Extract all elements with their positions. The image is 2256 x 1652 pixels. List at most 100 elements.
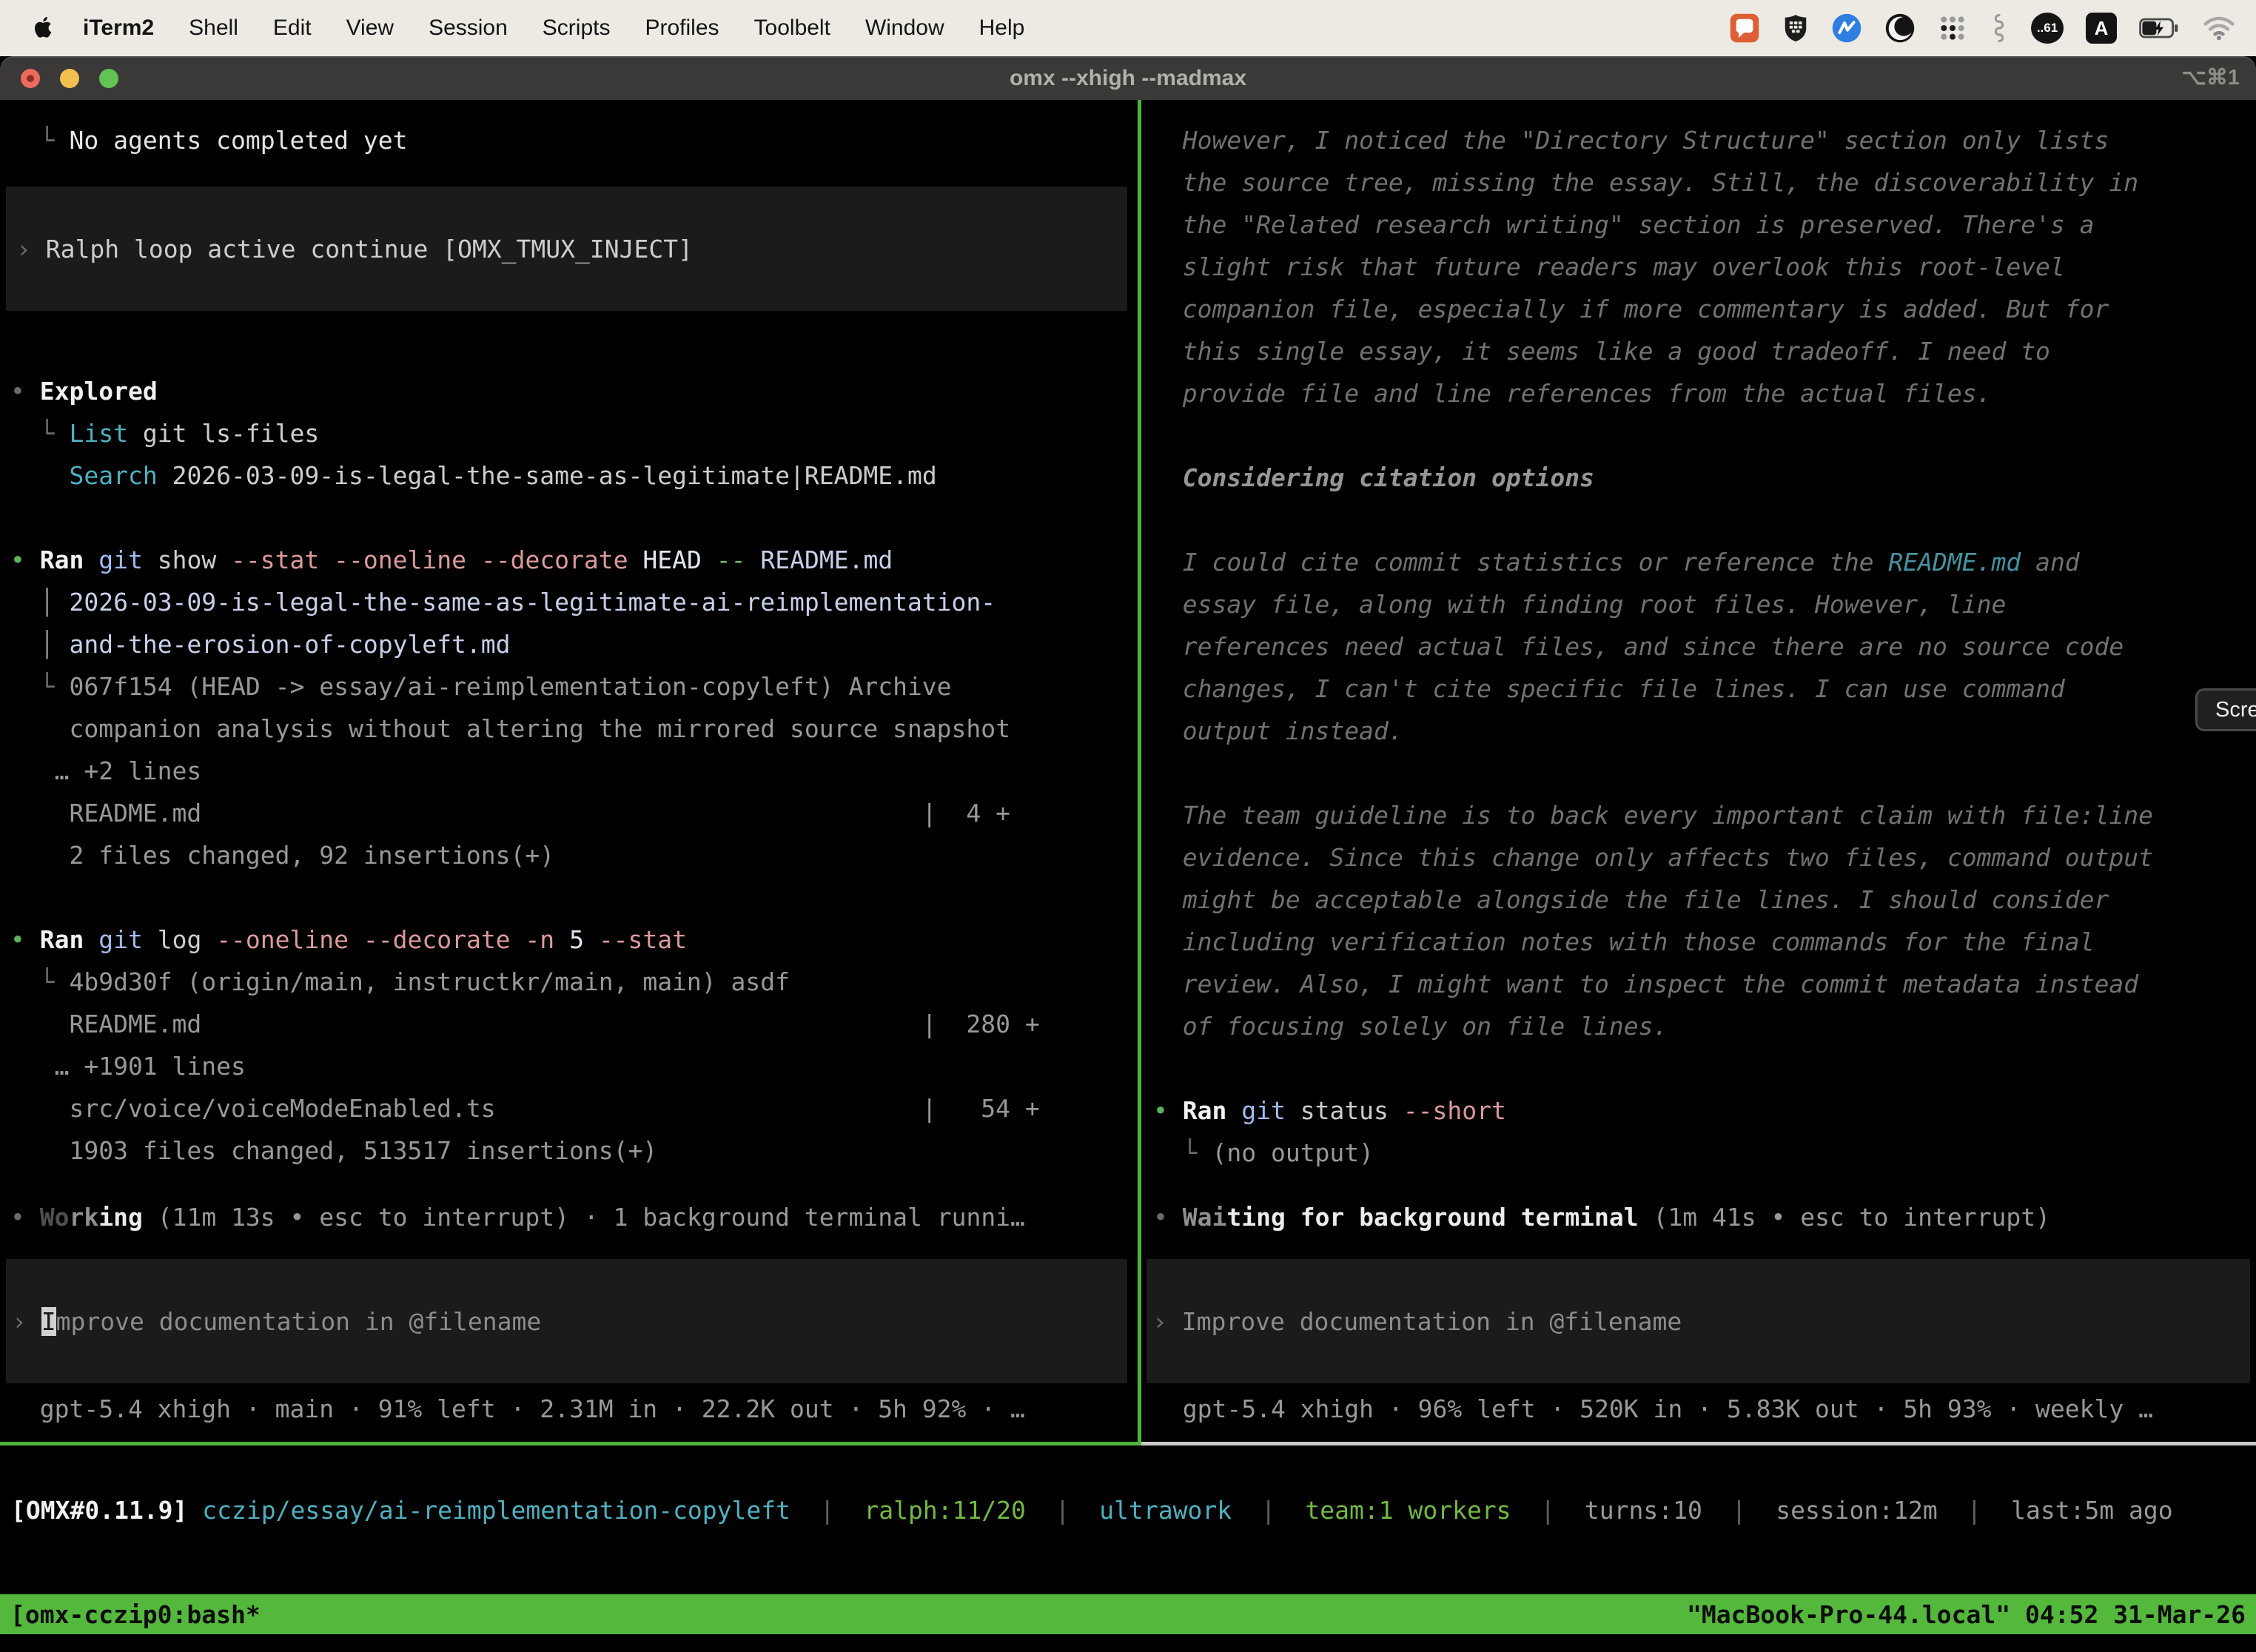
zigzag-badge-app-icon[interactable]: [1831, 13, 1862, 44]
menu-item-shell[interactable]: Shell: [189, 16, 238, 41]
thinking-text: However, I noticed the "Directory Struct…: [1141, 119, 2256, 161]
spacer: [1141, 414, 2256, 457]
thinking-heading: Considering citation options: [1141, 457, 2256, 499]
thinking-text: slight risk that future readers may over…: [1141, 246, 2256, 288]
window-title-bar[interactable]: omx --xhigh --madmax ⌥⌘1: [0, 56, 2256, 100]
menu-item-view[interactable]: View: [346, 16, 394, 41]
spacer: [1141, 499, 2256, 541]
spacer: [1141, 752, 2256, 794]
badge-61-icon[interactable]: ..61: [2031, 13, 2064, 44]
thinking-text: including verification notes with those …: [1141, 921, 2256, 963]
prompt-input-text: › Ralph loop active continue [OMX_TMUX_I…: [6, 228, 693, 270]
a-key-icon[interactable]: A: [2086, 13, 2117, 44]
git-show-output: README.md | 4 +: [0, 792, 1138, 834]
working-status-line: • Working (11m 13s • esc to interrupt) ·…: [0, 1196, 1138, 1238]
thinking-text: I could cite commit statistics or refere…: [1141, 541, 2256, 583]
terminal-content: └ No agents completed yet› Ralph loop ac…: [0, 100, 2256, 1442]
git-show-output: 2 files changed, 92 insertions(+): [0, 834, 1138, 876]
prompt-input-text: › Improve documentation in @filename: [6, 1300, 541, 1343]
omx-status-line: [OMX#0.11.9] cczip/essay/ai-reimplementa…: [11, 1489, 2173, 1531]
inactive-pane-border: [1141, 1442, 2256, 1446]
menu-item-session[interactable]: Session: [429, 16, 508, 41]
menu-item-iterm2[interactable]: iTerm2: [83, 16, 154, 41]
menu-item-window[interactable]: Window: [865, 16, 944, 41]
spacer: [0, 1238, 1138, 1259]
command-arg-wrap: │ and-the-erosion-of-copyleft.md: [0, 623, 1138, 665]
thinking-text: changes, I can't cite specific file line…: [1141, 668, 2256, 710]
menu-status-icons: ..61 A: [1729, 13, 2235, 44]
menu-item-edit[interactable]: Edit: [273, 16, 312, 41]
git-show-output: … +2 lines: [0, 750, 1138, 792]
prompt-input[interactable]: › Improve documentation in @filename: [1147, 1259, 2250, 1383]
menu-item-help[interactable]: Help: [979, 16, 1025, 41]
left-pane-scrollback: └ No agents completed yet› Ralph loop ac…: [0, 119, 1138, 1172]
apple-menu-icon[interactable]: [31, 15, 53, 41]
a-key-text: A: [2095, 17, 2109, 40]
git-log-output: README.md | 280 +: [0, 1003, 1138, 1045]
explored-search-line: Search 2026-03-09-is-legal-the-same-as-l…: [0, 454, 1138, 497]
window-title: omx --xhigh --madmax: [0, 56, 2256, 100]
thinking-text: companion file, especially if more comme…: [1141, 288, 2256, 330]
screen: iTerm2 Shell Edit View Session Scripts Profile…: [0, 0, 2256, 1652]
command-arg-wrap: │ 2026-03-09-is-legal-the-same-as-legiti…: [0, 581, 1138, 623]
ran-git-status-command: • Ran git status --short: [1141, 1089, 2256, 1132]
right-terminal-pane[interactable]: However, I noticed the "Directory Struct…: [1141, 100, 2256, 1442]
left-terminal-pane[interactable]: └ No agents completed yet› Ralph loop ac…: [0, 100, 1138, 1442]
thinking-text: might be acceptable alongside the file l…: [1141, 879, 2256, 921]
right-pane-scrollback: However, I noticed the "Directory Struct…: [1141, 119, 2256, 1174]
thinking-text: this single essay, it seems like a good …: [1141, 330, 2256, 372]
tmux-status-bar: [omx-cczip0:bash* "MacBook-Pro-44.local"…: [0, 1594, 2256, 1634]
thinking-text: output instead.: [1141, 710, 2256, 752]
git-show-output: └ 067f154 (HEAD -> essay/ai-reimplementa…: [0, 665, 1138, 708]
pane-border-rule: [0, 1442, 2256, 1446]
tmux-host-clock: "MacBook-Pro-44.local" 04:52 31-Mar-26: [1687, 1600, 2246, 1629]
spacer: [0, 876, 1138, 919]
right-pane-bottom: • Waiting for background terminal (1m 41…: [1141, 1196, 2256, 1442]
tooltip-text: Scre: [2215, 698, 2256, 722]
app-menus: iTerm2 Shell Edit View Session Scripts Profile…: [83, 16, 1024, 41]
thinking-text: the source tree, missing the essay. Stil…: [1141, 161, 2256, 204]
badge-61-text: ..61: [2037, 21, 2058, 36]
shield-app-icon[interactable]: [1782, 13, 1809, 43]
git-log-output: src/voice/voiceModeEnabled.ts | 54 +: [0, 1087, 1138, 1129]
thinking-text: references need actual files, and since …: [1141, 625, 2256, 668]
prompt-input[interactable]: › Improve documentation in @filename: [6, 1259, 1127, 1383]
thinking-text: evidence. Since this change only affects…: [1141, 836, 2256, 879]
model-status-line: gpt-5.4 xhigh · main · 91% left · 2.31M …: [0, 1388, 1138, 1430]
waiting-status-line: • Waiting for background terminal (1m 41…: [1141, 1196, 2256, 1238]
git-log-output: … +1901 lines: [0, 1045, 1138, 1087]
git-status-output: └ (no output): [1141, 1132, 2256, 1174]
moon-app-icon[interactable]: [1884, 13, 1916, 44]
explored-list-line: └ List git ls-files: [0, 412, 1138, 454]
window-shortcut-badge: ⌥⌘1: [2181, 56, 2240, 100]
menu-item-scripts[interactable]: Scripts: [543, 16, 611, 41]
menu-bar: iTerm2 Shell Edit View Session Scripts Profile…: [0, 0, 2256, 56]
model-status-line: gpt-5.4 xhigh · 96% left · 520K in · 5.8…: [1141, 1388, 2256, 1430]
git-log-output: └ 4b9d30f (origin/main, instructkr/main,…: [0, 961, 1138, 1003]
thinking-text: The team guideline is to back every impo…: [1141, 794, 2256, 836]
screen-edge-tooltip: Scre: [2195, 688, 2256, 731]
thinking-text: review. Also, I might want to inspect th…: [1141, 963, 2256, 1005]
spacer: [1141, 1047, 2256, 1089]
wifi-icon[interactable]: [2203, 16, 2235, 41]
ralph-loop-banner[interactable]: › Ralph loop active continue [OMX_TMUX_I…: [6, 187, 1127, 311]
spacer: [0, 161, 1138, 187]
battery-icon[interactable]: [2139, 17, 2181, 39]
left-pane-bottom: • Working (11m 13s • esc to interrupt) ·…: [0, 1196, 1138, 1442]
explored-header: • Explored: [0, 370, 1138, 412]
spacer: [0, 311, 1138, 370]
dots-grid-icon[interactable]: [1938, 13, 1967, 43]
squiggle-icon[interactable]: [1990, 13, 2009, 44]
thinking-text: provide file and line references from th…: [1141, 372, 2256, 414]
menu-item-profiles[interactable]: Profiles: [645, 16, 719, 41]
ran-git-log-command: • Ran git log --oneline --decorate -n 5 …: [0, 919, 1138, 961]
chat-app-icon[interactable]: [1729, 13, 1760, 44]
thinking-text: of focusing solely on file lines.: [1141, 1005, 2256, 1047]
git-show-output: companion analysis without altering the …: [0, 708, 1138, 750]
menu-item-toolbelt[interactable]: Toolbelt: [754, 16, 830, 41]
git-log-output: 1903 files changed, 513517 insertions(+): [0, 1129, 1138, 1172]
tmux-session-label[interactable]: [omx-cczip0:bash*: [10, 1600, 261, 1629]
spacer: [1141, 1238, 2256, 1259]
prompt-input-text: › Improve documentation in @filename: [1147, 1300, 1682, 1343]
active-pane-border: [0, 1442, 1141, 1446]
